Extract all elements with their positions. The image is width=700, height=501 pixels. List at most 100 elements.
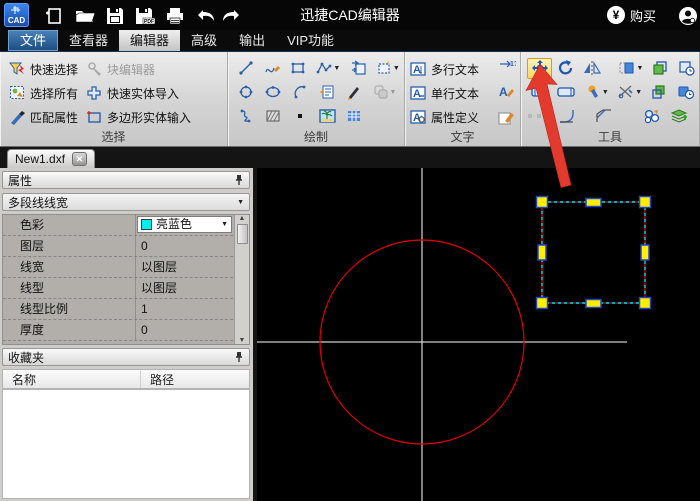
svg-text:A: A — [413, 88, 421, 100]
text-number-order-button[interactable]: 1? — [498, 57, 518, 76]
time-copy-button[interactable] — [673, 82, 699, 103]
circle-button[interactable] — [233, 82, 259, 103]
favorites-list[interactable] — [2, 389, 250, 499]
window-title: 迅捷CAD编辑器 — [300, 7, 400, 23]
select-all-button[interactable]: 选择所有 — [6, 81, 81, 105]
lengthen-button-2[interactable] — [554, 82, 580, 103]
fillet-button[interactable] — [554, 106, 580, 127]
app-logo[interactable]: CAD — [4, 3, 29, 27]
new-file-button[interactable] — [41, 4, 67, 27]
line-button[interactable] — [233, 58, 258, 79]
print-button[interactable] — [162, 4, 188, 27]
property-value[interactable]: 以图层 — [136, 257, 233, 277]
grip-handle-bottom-mid[interactable] — [585, 298, 602, 309]
document-tab[interactable]: New1.dxf ✕ — [7, 149, 96, 168]
pin-icon[interactable] — [234, 351, 244, 363]
menu-item-vip[interactable]: VIP功能 — [276, 30, 345, 51]
pin-icon[interactable] — [234, 174, 244, 186]
properties-scrollbar[interactable]: ▲ ▼ — [234, 215, 249, 344]
rotate-copy-button[interactable] — [674, 58, 699, 79]
match-properties-button[interactable]: 匹配属性 — [6, 105, 81, 129]
lengthen-button-1[interactable] — [527, 82, 553, 103]
overlap-circles-icon — [373, 85, 388, 99]
table-button[interactable] — [341, 106, 367, 127]
chamfer-button[interactable] — [591, 106, 617, 127]
menu-item-advanced[interactable]: 高级 — [180, 30, 228, 51]
insert-block-button[interactable] — [345, 58, 370, 79]
grip-handle-right-mid[interactable] — [640, 244, 650, 261]
mirror-button[interactable] — [579, 58, 604, 79]
menu-item-editor[interactable]: 编辑器 — [119, 30, 181, 51]
boundary-button[interactable]: ▼ — [372, 58, 404, 79]
hatch-pen-button[interactable] — [341, 82, 367, 103]
printer-icon — [167, 7, 183, 24]
overlap-button[interactable]: ▼ — [368, 82, 401, 103]
scroll-down-icon[interactable]: ▼ — [239, 337, 246, 344]
entity-type-dropdown[interactable]: 多段线线宽 ▼ — [2, 193, 250, 211]
property-value[interactable]: 0 — [136, 320, 233, 340]
polygon-entity-input-button[interactable]: 多边形实体输入 — [83, 105, 194, 129]
move-button[interactable] — [527, 57, 553, 79]
copy-button[interactable] — [648, 58, 673, 79]
property-value[interactable]: 0 — [136, 236, 233, 256]
pen-tool-button[interactable]: ▼ — [580, 82, 612, 103]
property-row-linetype-scale: 线型比例 1 — [3, 299, 233, 320]
buy-button[interactable]: ¥ 购买 — [606, 0, 656, 30]
polyline-button[interactable]: ▼ — [312, 58, 344, 79]
document-tab-bar: New1.dxf ✕ — [0, 147, 700, 168]
property-value[interactable]: 以图层 — [136, 278, 233, 298]
text-block-button[interactable] — [314, 82, 340, 103]
scroll-up-icon[interactable]: ▲ — [239, 215, 246, 222]
point-button[interactable] — [287, 106, 313, 127]
scale-button[interactable]: ▼ — [615, 58, 647, 79]
arc-icon — [294, 85, 306, 99]
grip-settings-button[interactable] — [527, 106, 553, 127]
block-editor-button[interactable]: 块编辑器 — [83, 57, 194, 81]
color-combo[interactable]: 亮蓝色 ▼ — [137, 216, 232, 233]
property-value-color[interactable]: 亮蓝色 ▼ — [136, 215, 233, 235]
property-value[interactable]: 1 — [136, 299, 233, 319]
grip-handle-top-right[interactable] — [638, 195, 652, 209]
save-button[interactable] — [102, 4, 128, 27]
favorites-path-column[interactable]: 路径 — [141, 371, 174, 388]
color-value: 亮蓝色 — [156, 217, 193, 231]
selection-rectangle[interactable] — [535, 195, 652, 310]
hatch-button[interactable] — [260, 106, 286, 127]
grip-handle-bottom-right[interactable] — [638, 296, 652, 310]
undo-button[interactable] — [193, 4, 219, 27]
close-icon[interactable]: ✕ — [72, 152, 88, 166]
image-button[interactable] — [314, 106, 340, 127]
rotate-button[interactable] — [553, 58, 578, 79]
layers-add-button[interactable] — [666, 106, 692, 127]
pen-ball-icon — [588, 85, 598, 98]
scrollbar-thumb[interactable] — [236, 224, 248, 244]
property-row-color: 色彩 亮蓝色 ▼ — [3, 215, 233, 236]
open-file-button[interactable] — [72, 4, 98, 27]
property-label: 厚度 — [3, 320, 136, 340]
favorites-name-column[interactable]: 名称 — [3, 370, 141, 388]
account-button[interactable] — [678, 6, 698, 26]
ellipse-button[interactable] — [260, 82, 286, 103]
quick-select-button[interactable]: 快速选择 — [6, 57, 81, 81]
spline-button[interactable] — [259, 58, 284, 79]
trim-button[interactable]: ▼ — [614, 82, 646, 103]
copy-button-2[interactable] — [647, 82, 673, 103]
grip-handle-top-mid[interactable] — [585, 197, 602, 208]
drawing-canvas[interactable] — [257, 168, 700, 501]
menu-item-output[interactable]: 输出 — [228, 30, 276, 51]
menu-item-file[interactable]: 文件 — [8, 30, 59, 51]
new-file-icon — [46, 7, 61, 24]
arc-button[interactable] — [287, 82, 313, 103]
grip-handle-bottom-left[interactable] — [535, 296, 549, 310]
grip-handle-top-left[interactable] — [535, 195, 549, 209]
redo-button[interactable] — [218, 4, 244, 27]
grip-handle-left-mid[interactable] — [537, 244, 547, 261]
rectangle-button[interactable] — [286, 58, 311, 79]
freehand-spline-button[interactable] — [233, 106, 259, 127]
menu-item-viewer[interactable]: 查看器 — [58, 30, 119, 51]
quick-entity-import-button[interactable]: 快速实体导入 — [83, 81, 194, 105]
text-style-edit-button[interactable]: A — [498, 84, 516, 103]
save-pdf-button[interactable]: PDF — [132, 4, 158, 27]
layers-plus-icon — [670, 109, 688, 123]
group-circles-button[interactable] — [639, 106, 665, 127]
